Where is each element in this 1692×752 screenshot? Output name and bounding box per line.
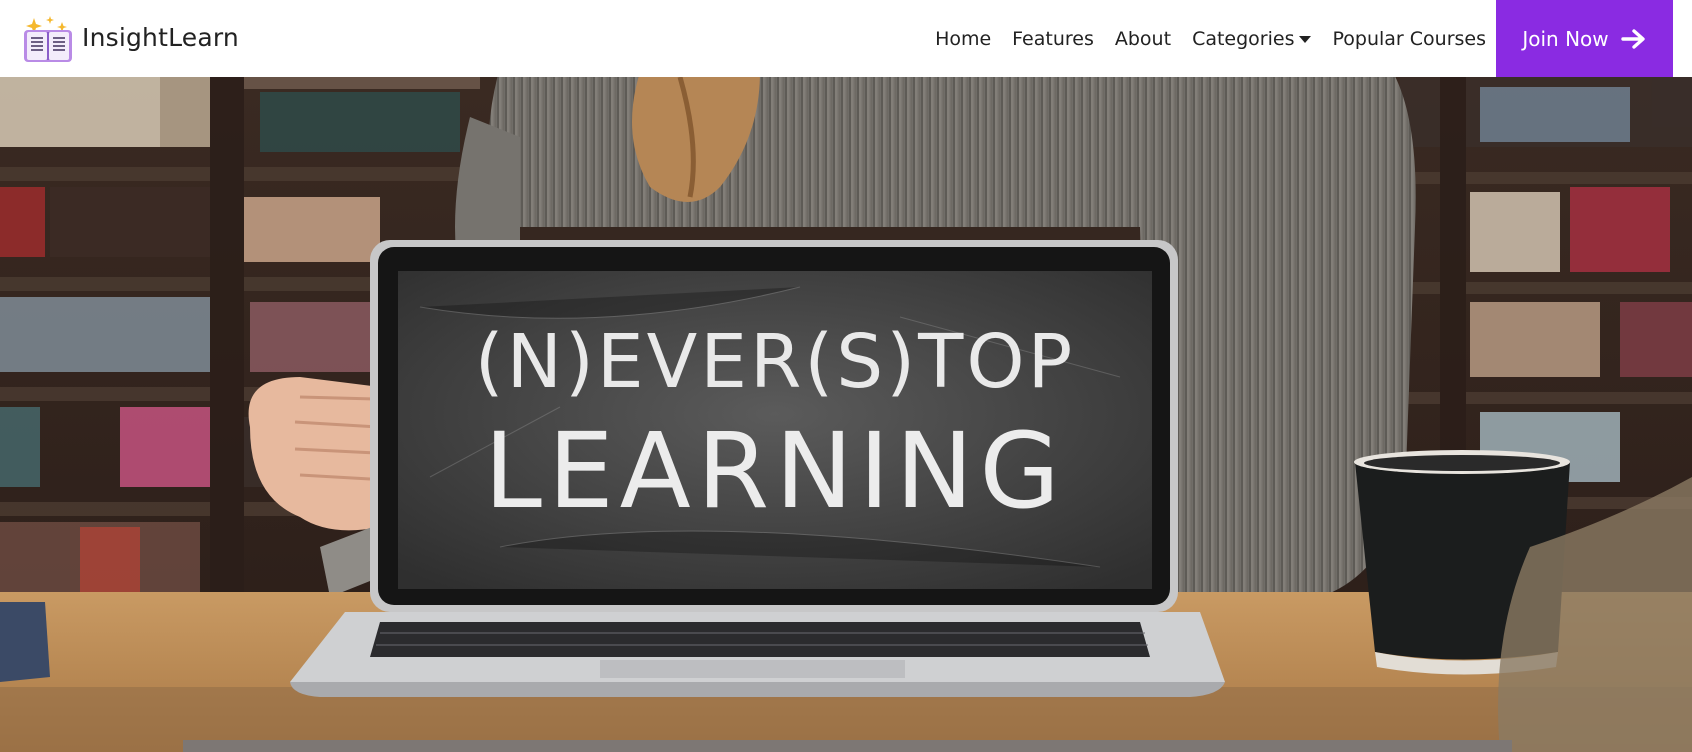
nav-categories-dropdown[interactable]: Categories bbox=[1192, 27, 1312, 50]
nav-features-link[interactable]: Features bbox=[1012, 28, 1094, 50]
nav-home-link[interactable]: Home bbox=[935, 28, 991, 50]
top-navbar: InsightLearn Home Features About Categor… bbox=[0, 0, 1692, 77]
hero-content-panel-edge bbox=[183, 740, 1512, 752]
join-now-label: Join Now bbox=[1522, 26, 1609, 51]
brand[interactable]: InsightLearn bbox=[22, 10, 239, 64]
hero-banner: (N)EVER(S)TOP LEARNING bbox=[0, 77, 1692, 752]
screen-text-line1: (N)EVER(S)TOP bbox=[475, 319, 1075, 405]
open-book-sparkles-icon bbox=[24, 16, 72, 62]
nav-categories-label: Categories bbox=[1192, 27, 1295, 50]
brand-name: InsightLearn bbox=[82, 22, 239, 52]
nav-menu: Home Features About Categories Popular C… bbox=[914, 0, 1486, 77]
nav-popular-courses-link[interactable]: Popular Courses bbox=[1332, 28, 1486, 50]
screen-text-line2: LEARNING bbox=[484, 410, 1066, 532]
arrow-right-icon bbox=[1620, 28, 1645, 49]
join-now-button[interactable]: Join Now bbox=[1496, 0, 1673, 77]
caret-down-icon bbox=[1299, 36, 1312, 43]
nav-about-link[interactable]: About bbox=[1115, 28, 1171, 50]
laptop-chalkboard-photo: (N)EVER(S)TOP LEARNING bbox=[0, 77, 1692, 752]
